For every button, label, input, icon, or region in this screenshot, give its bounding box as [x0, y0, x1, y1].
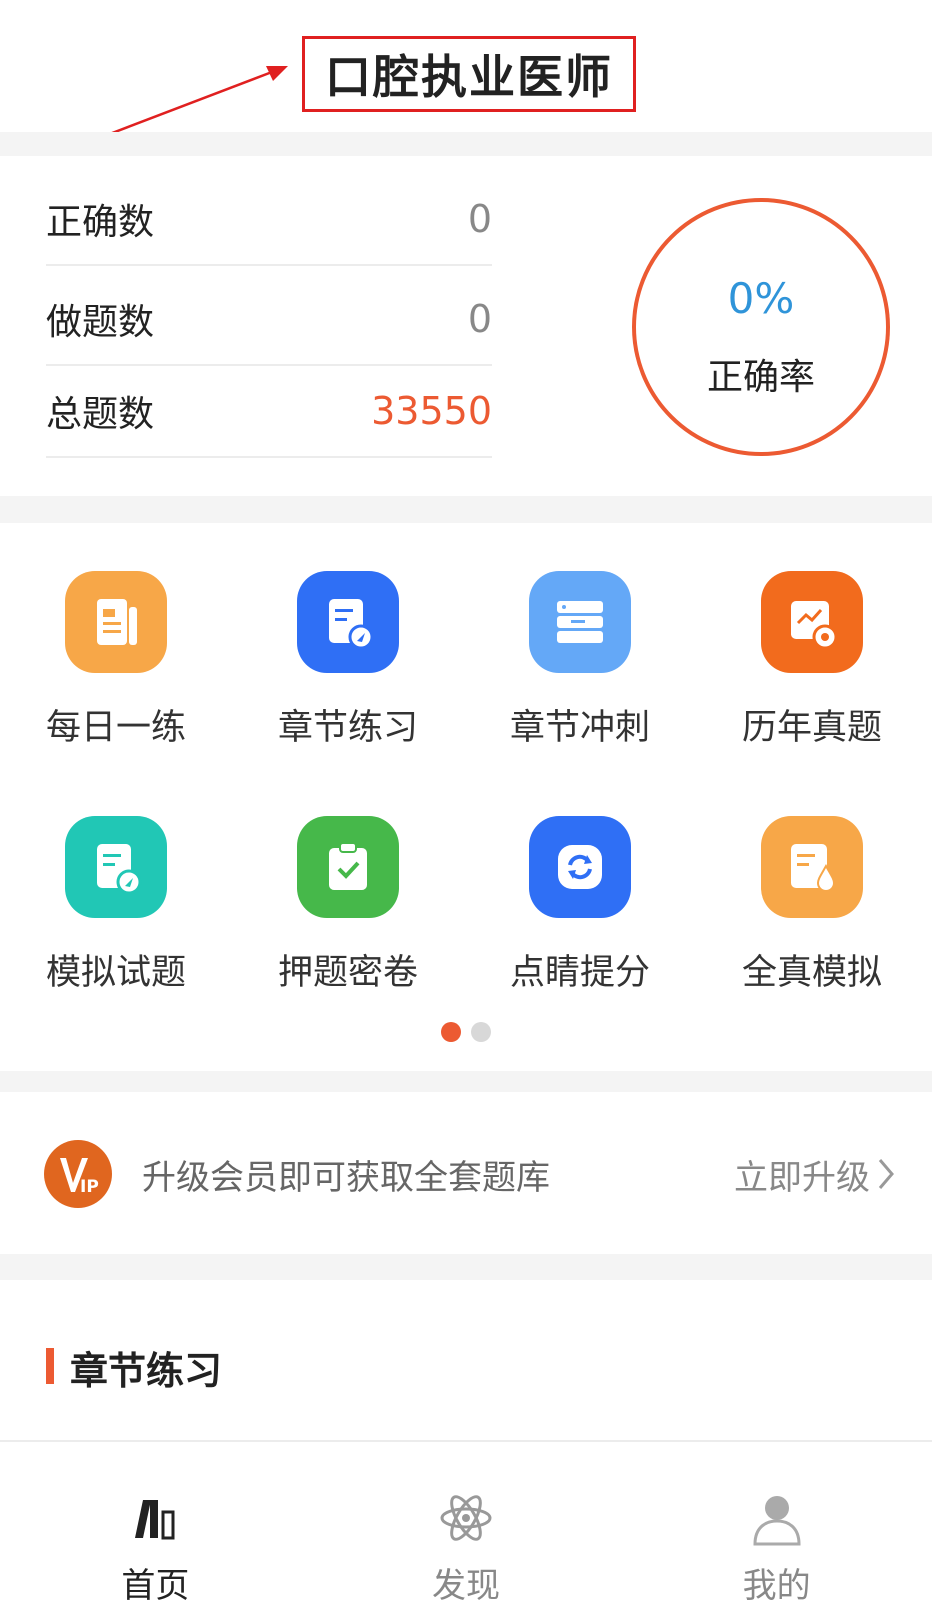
- page-indicator: [0, 1022, 932, 1042]
- chevron-right-icon: [878, 1159, 894, 1189]
- grid-item-label: 章节练习: [277, 708, 418, 748]
- stat-row-total: 总题数 33550: [46, 366, 492, 458]
- grid-item-label: 每日一练: [45, 708, 186, 748]
- stat-value: 0: [467, 297, 492, 341]
- tab-mine[interactable]: 我的: [621, 1442, 932, 1604]
- divider: [0, 496, 932, 523]
- tab-label: 发现: [432, 1566, 500, 1604]
- full-simulation-icon: [761, 816, 863, 918]
- accuracy-value: 0%: [727, 274, 795, 323]
- page-dot[interactable]: [471, 1022, 491, 1042]
- title-highlight-box: 口腔执业医师: [302, 36, 636, 112]
- grid-item-label: 押题密卷: [277, 953, 418, 993]
- grid-item-label: 模拟试题: [45, 953, 186, 993]
- grid-item-chapter-practice[interactable]: 章节练习: [268, 571, 428, 771]
- grid-item-past-exams[interactable]: 历年真题: [732, 571, 892, 771]
- score-boost-icon: [529, 816, 631, 918]
- predicted-paper-icon: [297, 816, 399, 918]
- section-title: 章节练习: [70, 1349, 223, 1393]
- daily-practice-icon: [65, 571, 167, 673]
- upgrade-now-link[interactable]: 立即升级: [734, 1150, 870, 1199]
- grid-item-chapter-sprint[interactable]: 章节冲刺: [500, 571, 660, 771]
- tab-label: 我的: [742, 1566, 811, 1604]
- chapter-practice-section: 章节练习: [0, 1280, 932, 1440]
- vip-badge-icon: IP: [44, 1140, 112, 1208]
- grid-item-predicted-paper[interactable]: 押题密卷: [268, 816, 428, 1016]
- vip-promo-text: 升级会员即可获取全套题库: [142, 1158, 550, 1198]
- stat-label: 总题数: [46, 394, 155, 435]
- page-title: 口腔执业医师: [325, 50, 613, 104]
- grid-item-label: 章节冲刺: [509, 708, 650, 748]
- atom-icon: [440, 1495, 492, 1541]
- divider: [0, 1254, 932, 1280]
- grid-item-label: 历年真题: [741, 708, 882, 748]
- chapter-sprint-icon: [529, 571, 631, 673]
- feature-grid: 每日一练 章节练习 章节冲刺 历年真题 模拟试题 押题密卷 点睛提分 全真模拟: [0, 523, 932, 1071]
- tab-label: 首页: [121, 1566, 190, 1604]
- divider: [0, 1071, 932, 1092]
- header: 口腔执业医师: [0, 0, 932, 132]
- stat-value: 33550: [371, 389, 492, 433]
- past-exams-icon: [761, 571, 863, 673]
- grid-item-full-simulation[interactable]: 全真模拟: [732, 816, 892, 1016]
- home-books-icon: [135, 1500, 175, 1540]
- bottom-tab-bar: 首页 发现 我的: [0, 1440, 932, 1604]
- chapter-practice-icon: [297, 571, 399, 673]
- tab-home[interactable]: 首页: [0, 1442, 311, 1604]
- vip-upgrade-banner[interactable]: IP 升级会员即可获取全套题库 立即升级: [0, 1092, 932, 1254]
- section-accent-bar: [46, 1348, 54, 1384]
- page-dot-active[interactable]: [441, 1022, 461, 1042]
- stat-row-done: 做题数 0: [46, 274, 492, 366]
- accuracy-label: 正确率: [706, 357, 815, 398]
- grid-item-label: 全真模拟: [741, 953, 882, 993]
- stat-row-correct: 正确数 0: [46, 174, 492, 266]
- divider: [0, 132, 932, 156]
- user-icon: [753, 1496, 801, 1546]
- vip-badge-text: IP: [80, 1177, 99, 1197]
- stats-panel: 正确数 0 做题数 0 总题数 33550 0% 正确率: [0, 156, 932, 496]
- grid-item-score-boost[interactable]: 点睛提分: [500, 816, 660, 1016]
- mock-exam-icon: [65, 816, 167, 918]
- grid-item-mock-exam[interactable]: 模拟试题: [36, 816, 196, 1016]
- accuracy-ring: 0% 正确率: [632, 198, 890, 456]
- stat-label: 正确数: [46, 202, 155, 243]
- tab-discover[interactable]: 发现: [311, 1442, 622, 1604]
- stat-value: 0: [467, 197, 492, 241]
- grid-item-daily-practice[interactable]: 每日一练: [36, 571, 196, 771]
- grid-item-label: 点睛提分: [509, 953, 650, 993]
- stat-label: 做题数: [46, 302, 155, 343]
